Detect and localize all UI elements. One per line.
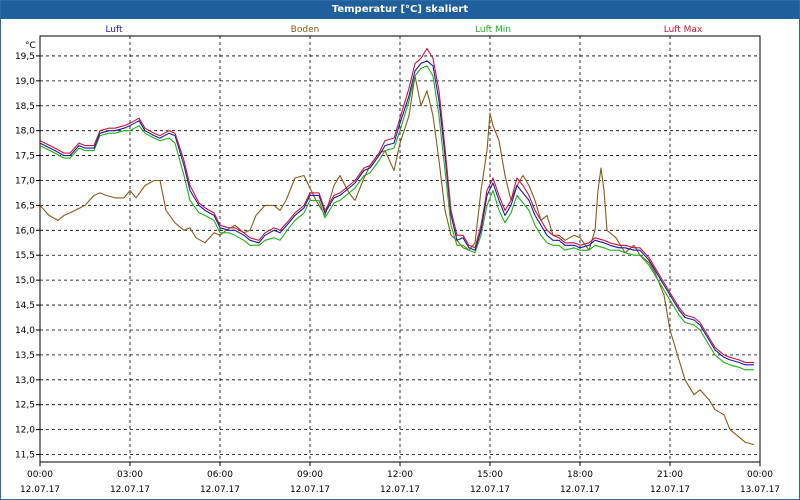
series-lines xyxy=(39,47,755,446)
x-tick-date: 13.07.17 xyxy=(740,485,780,495)
y-tick-label: 16,5 xyxy=(15,201,35,211)
x-tick-date: 12.07.17 xyxy=(290,485,330,495)
series-line-luft xyxy=(39,60,754,366)
y-tick-label: 12,5 xyxy=(15,401,35,411)
x-tick-date: 12.07.17 xyxy=(650,485,690,495)
y-tick-label: 15,5 xyxy=(15,251,35,261)
y-tick-label: 13,0 xyxy=(15,376,35,386)
y-axis-unit: °C xyxy=(25,41,36,51)
x-tick-date: 12.07.17 xyxy=(110,485,150,495)
x-tick-time: 21:00 xyxy=(657,470,683,480)
x-tick-date: 12.07.17 xyxy=(200,485,240,495)
y-tick-label: 16,0 xyxy=(15,226,35,236)
x-tick-date: 12.07.17 xyxy=(20,485,60,495)
y-tick-label: 14,0 xyxy=(15,326,35,336)
x-axis-ticks: 00:00 12.07.17 03:00 12.07.17 06:00 12.07.17 0… xyxy=(20,462,780,495)
y-tick-label: 19,0 xyxy=(15,77,35,87)
x-tick-time: 00:00 xyxy=(27,470,53,480)
grid-lines xyxy=(40,36,760,462)
y-tick-label: 19,5 xyxy=(15,52,35,62)
y-axis-ticks: 11,5 12,0 12,5 13,0 13,5 14,0 14,5 15,0 15,5 16,0… xyxy=(15,52,40,461)
x-tick-date: 12.07.17 xyxy=(380,485,420,495)
x-tick-time: 12:00 xyxy=(387,470,413,480)
x-tick-date: 12.07.17 xyxy=(560,485,600,495)
y-tick-label: 15,0 xyxy=(15,276,35,286)
y-tick-label: 18,0 xyxy=(15,127,35,137)
y-tick-label: 12,0 xyxy=(15,426,35,436)
x-tick-time: 03:00 xyxy=(117,470,143,480)
series-line-luft-min xyxy=(39,65,754,371)
y-tick-label: 14,5 xyxy=(15,301,35,311)
x-tick-time: 18:00 xyxy=(567,470,593,480)
series-line-boden xyxy=(39,75,755,446)
x-tick-time: 15:00 xyxy=(477,470,503,480)
y-tick-label: 18,5 xyxy=(15,102,35,112)
line-chart: °C 11,512,012,513,013,514,014,515,015,51… xyxy=(15,35,780,495)
y-tick-label: 13,5 xyxy=(15,351,35,361)
x-tick-time: 06:00 xyxy=(207,470,233,480)
x-tick-time: 00:00 xyxy=(747,470,773,480)
y-tick-label: 17,5 xyxy=(15,152,35,162)
x-tick-date: 12.07.17 xyxy=(470,485,510,495)
y-tick-label: 11,5 xyxy=(15,451,35,461)
y-tick-label: 17,0 xyxy=(15,176,35,186)
x-tick-time: 09:00 xyxy=(297,470,323,480)
